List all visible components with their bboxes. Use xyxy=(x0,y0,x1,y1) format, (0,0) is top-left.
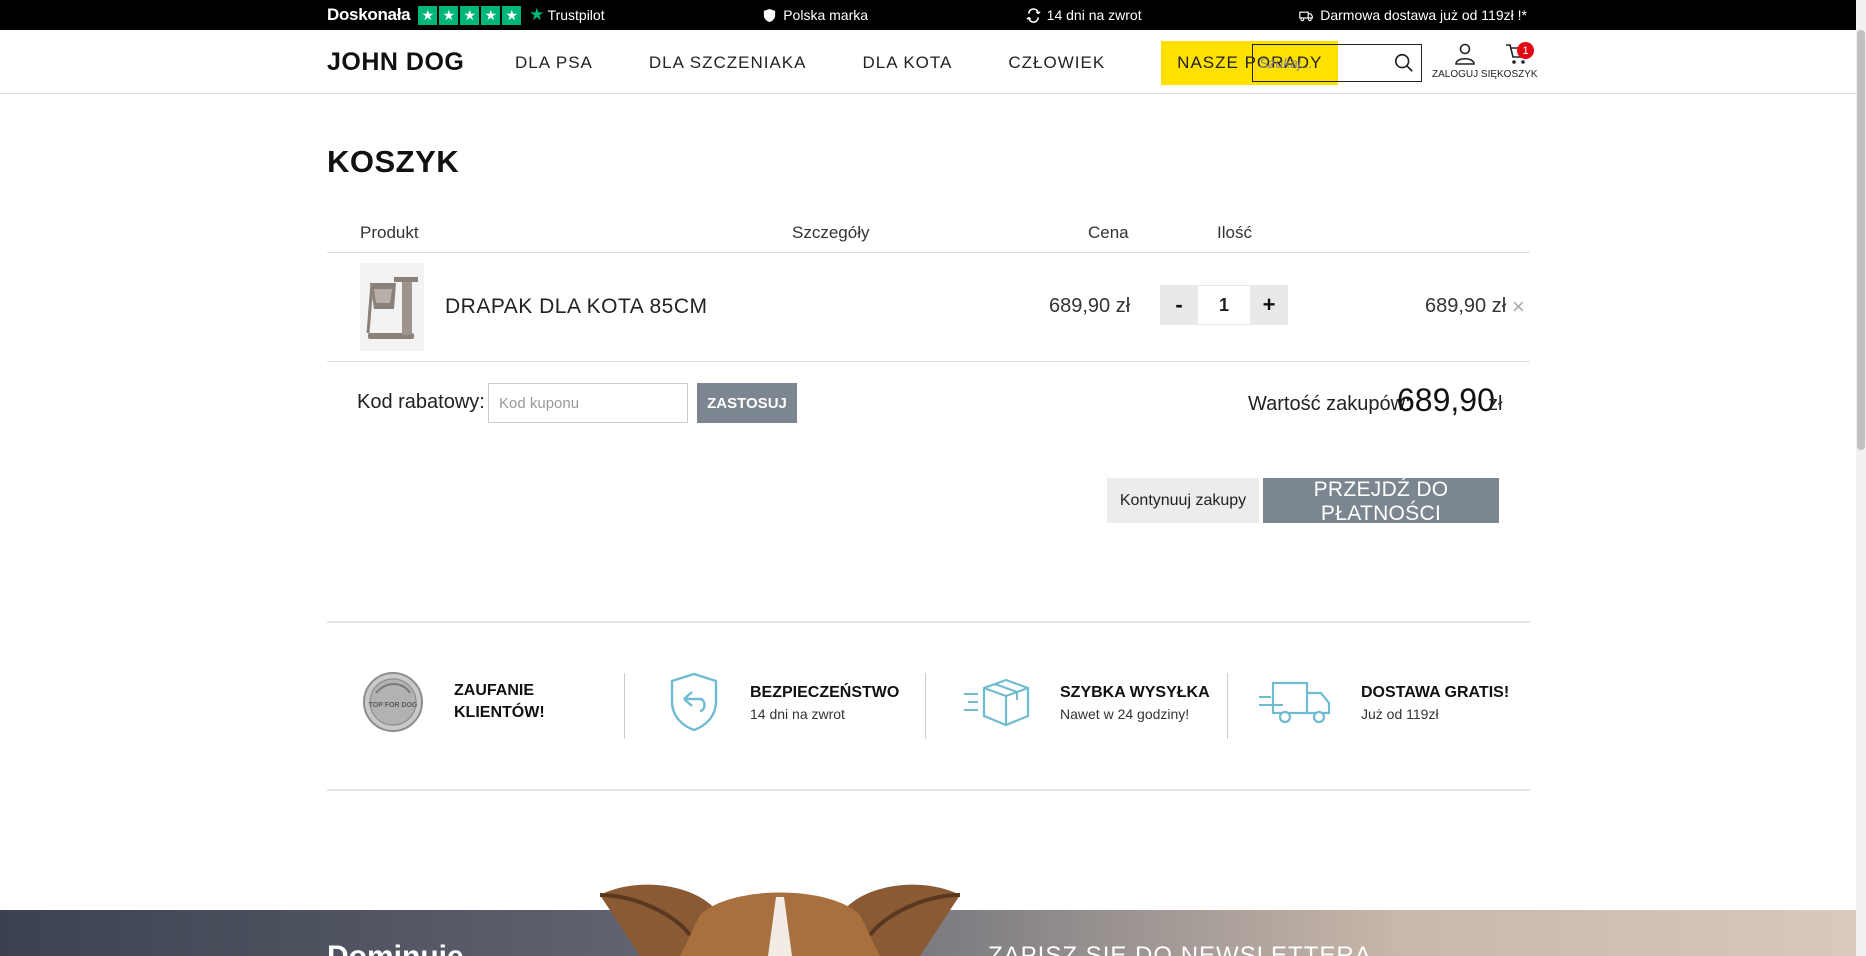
login-label: ZALOGUJ SIĘ xyxy=(1432,69,1498,80)
apply-coupon-button[interactable]: ZASTOSUJ xyxy=(697,383,797,423)
cart-link[interactable]: 1 KOSZYK xyxy=(1497,42,1538,80)
return-info: 14 dni na zwrot xyxy=(1026,7,1142,23)
truck-icon xyxy=(1299,11,1314,21)
cart-count-badge: 1 xyxy=(1517,42,1534,59)
free-delivery-info: Darmowa dostawa już od 119zł !* xyxy=(1299,7,1527,23)
column-header-details: Szczegóły xyxy=(792,223,870,242)
newsletter-heading: ZAPISZ SIĘ DO NEWSLETTERA xyxy=(988,942,1372,956)
feature-shipping-title: SZYBKA WYSYŁKA xyxy=(1060,684,1210,701)
feature-delivery-subtitle: Już od 119zł xyxy=(1361,706,1439,722)
package-box-icon xyxy=(964,678,1030,727)
feature-trust-title-2: KLIENTÓW! xyxy=(454,704,545,721)
search-input[interactable] xyxy=(1259,55,1389,71)
feature-security-subtitle: 14 dni na zwrot xyxy=(750,706,845,722)
nav-item-dla-szczeniaka[interactable]: DLA SZCZENIAKA xyxy=(649,53,807,73)
trustpilot-brand: Trustpilot xyxy=(547,7,605,23)
item-unit-price: 689,90 zł xyxy=(1049,295,1131,317)
coupon-label: Kod rabatowy: xyxy=(357,391,485,413)
dog-photo xyxy=(599,884,961,956)
trustpilot-stars: ★ ★ ★ ★ ★ xyxy=(418,5,522,25)
star-icon: ★ xyxy=(460,5,480,25)
nav-item-czlowiek[interactable]: CZŁOWIEK xyxy=(1008,53,1105,73)
column-header-quantity: Ilość xyxy=(1217,223,1252,242)
user-icon xyxy=(1454,43,1475,65)
cart-label: KOSZYK xyxy=(1497,69,1538,80)
star-icon: ★ xyxy=(439,5,459,25)
delivery-truck-icon xyxy=(1259,681,1331,724)
feature-free-delivery: DOSTAWA GRATIS! Już od 119zł xyxy=(1257,666,1509,738)
return-arrows-icon xyxy=(1026,7,1041,23)
search-box xyxy=(1252,44,1422,82)
checkout-button[interactable]: PRZEJDŹ DO PŁATNOŚCI xyxy=(1263,478,1499,525)
column-header-price: Cena xyxy=(1088,223,1129,242)
order-total-label: Wartość zakupów: xyxy=(1248,393,1411,415)
item-total-price: 689,90 zł xyxy=(1425,295,1507,317)
quantity-decrease-button[interactable]: - xyxy=(1160,285,1198,325)
top-info-bar: Doskonała ★ ★ ★ ★ ★ ★ Trustpilot Polska … xyxy=(0,0,1866,30)
product-thumbnail[interactable] xyxy=(360,263,424,351)
feature-security: BEZPIECZEŃSTWO 14 dni na zwrot xyxy=(668,666,899,738)
site-header: JOHN DOG DLA PSA DLA SZCZENIAKA DLA KOTA… xyxy=(0,30,1866,94)
table-header-divider xyxy=(327,252,1530,253)
trustpilot-widget[interactable]: Doskonała ★ ★ ★ ★ ★ ★ Trustpilot xyxy=(327,5,605,25)
feature-divider xyxy=(1227,673,1228,739)
star-icon: ★ xyxy=(481,5,501,25)
feature-security-title: BEZPIECZEŃSTWO xyxy=(750,684,900,701)
search-icon[interactable] xyxy=(1393,52,1415,74)
order-total-currency: zł xyxy=(1488,393,1503,415)
footer-left-heading: Dominuje xyxy=(327,940,464,956)
table-row-divider xyxy=(327,361,1530,362)
shield-return-icon xyxy=(670,672,718,732)
feature-divider xyxy=(925,673,926,739)
quantity-value[interactable]: 1 xyxy=(1198,285,1250,325)
feature-divider xyxy=(624,673,625,739)
medal-badge-icon: TOP FOR DOG xyxy=(363,672,423,732)
quantity-increase-button[interactable]: + xyxy=(1250,285,1288,325)
return-info-text: 14 dni na zwrot xyxy=(1046,7,1142,23)
polish-brand-info: Polska marka xyxy=(762,7,868,23)
star-icon: ★ xyxy=(502,5,522,25)
feature-trust-title-1: ZAUFANIE xyxy=(454,682,534,699)
continue-shopping-button[interactable]: Kontynuuj zakupy xyxy=(1107,478,1259,523)
product-name[interactable]: DRAPAK DLA KOTA 85CM xyxy=(445,295,707,319)
column-header-product: Produkt xyxy=(360,223,419,242)
trustpilot-star-icon: ★ xyxy=(529,5,545,24)
feature-delivery-title: DOSTAWA GRATIS! xyxy=(1361,684,1510,701)
cat-scratcher-image xyxy=(366,277,418,339)
free-delivery-text: Darmowa dostawa już od 119zł !* xyxy=(1320,7,1527,23)
feature-shipping-subtitle: Nawet w 24 godziny! xyxy=(1060,706,1190,722)
quantity-stepper: - 1 + xyxy=(1160,285,1288,325)
order-total-value: 689,90 xyxy=(1397,382,1495,418)
shield-icon xyxy=(764,8,776,22)
page-scrollbar-thumb[interactable] xyxy=(1857,30,1865,450)
star-icon: ★ xyxy=(418,5,438,25)
features-top-divider xyxy=(327,621,1530,623)
coupon-input[interactable] xyxy=(488,383,688,423)
medal-badge-text: TOP FOR DOG xyxy=(369,702,418,709)
feature-trust: TOP FOR DOG ZAUFANIE KLIENTÓW! xyxy=(362,666,545,738)
features-bottom-divider xyxy=(327,789,1530,791)
trustpilot-logo: ★ Trustpilot xyxy=(529,5,604,25)
trustpilot-rating-label: Doskonała xyxy=(327,5,411,24)
feature-fast-shipping: SZYBKA WYSYŁKA Nawet w 24 godziny! xyxy=(962,666,1210,738)
site-logo[interactable]: JOHN DOG xyxy=(327,48,464,77)
login-link[interactable]: ZALOGUJ SIĘ xyxy=(1432,42,1497,80)
page-title: KOSZYK xyxy=(327,144,460,179)
nav-item-dla-kota[interactable]: DLA KOTA xyxy=(862,53,952,73)
main-nav: DLA PSA DLA SZCZENIAKA DLA KOTA CZŁOWIEK… xyxy=(515,41,1339,85)
polish-brand-text: Polska marka xyxy=(783,7,869,23)
remove-item-icon[interactable]: × xyxy=(1512,294,1525,320)
nav-item-dla-psa[interactable]: DLA PSA xyxy=(515,53,593,73)
